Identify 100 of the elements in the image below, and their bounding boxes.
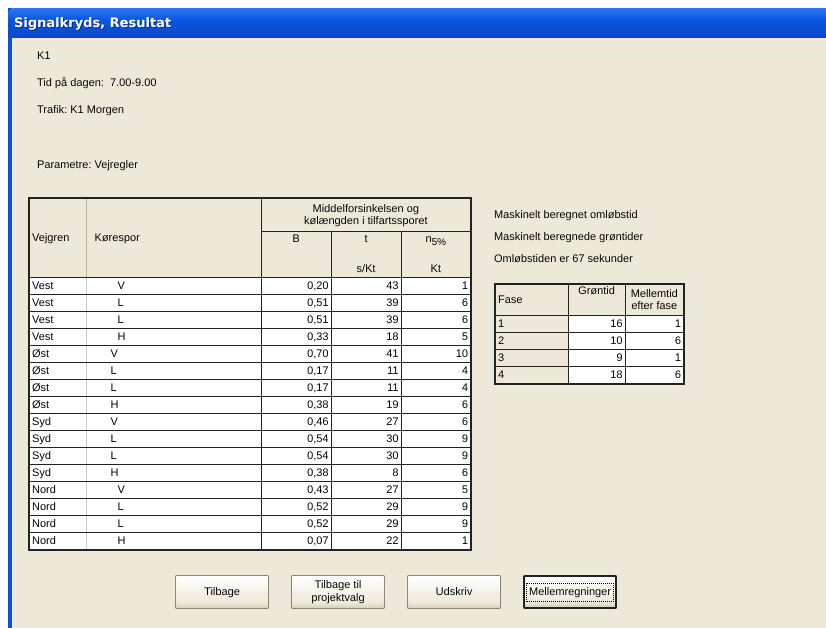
table-cell: 6 [401, 312, 471, 328]
table-cell: 1 [401, 278, 471, 294]
table-cell: 19 [331, 396, 401, 414]
table-cell: 5 [401, 328, 471, 346]
table-cell: H [86, 396, 261, 414]
table-cell: 4 [401, 362, 471, 380]
table-cell: 10 [401, 346, 471, 362]
group-header: Middelforsinkelsen og kølængden i tilfartssporet [261, 198, 471, 232]
table-cell: 6 [401, 396, 471, 414]
table-cell: 27 [331, 482, 401, 498]
table-cell: L [86, 312, 261, 328]
table-cell: 30 [331, 430, 401, 448]
table-cell: Øst [29, 362, 86, 380]
table-cell: 22 [331, 532, 401, 550]
table-cell: Syd [29, 448, 86, 464]
table-cell: Nord [29, 516, 86, 532]
table-cell: 41 [331, 346, 401, 362]
table-cell: Vest [29, 312, 86, 328]
table-cell: V [86, 278, 261, 294]
column-header: Fase [495, 284, 568, 316]
table-cell: 1 [625, 316, 684, 332]
table-cell: 9 [401, 516, 471, 532]
table-cell: 0,07 [261, 532, 331, 550]
parameters-label: Parametre: Vejregler [37, 158, 139, 173]
table-cell: H [86, 328, 261, 346]
table-cell: 11 [331, 362, 401, 380]
table-cell: 0,38 [261, 396, 331, 414]
column-header: Mellemtid efter fase [625, 284, 684, 316]
table-cell: 6 [625, 332, 684, 350]
table-cell: 43 [331, 278, 401, 294]
action-button[interactable]: Udskriv [407, 575, 501, 609]
table-cell: 39 [331, 312, 401, 328]
table-cell: Nord [29, 498, 86, 516]
table-cell: L [86, 380, 261, 396]
table-cell: 4 [401, 380, 471, 396]
table-cell: V [86, 482, 261, 498]
table-cell: 0,17 [261, 362, 331, 380]
table-cell: V [86, 346, 261, 362]
table-cell: Syd [29, 414, 86, 430]
table-cell: 0,70 [261, 346, 331, 362]
note-label: Maskinelt beregnede grøntider [494, 230, 644, 245]
table-cell: L [86, 430, 261, 448]
table-cell: 0,38 [261, 464, 331, 482]
table-cell: L [86, 294, 261, 312]
table-cell: V [86, 414, 261, 430]
table-cell: 30 [331, 448, 401, 464]
table-cell: 0,20 [261, 278, 331, 294]
table-cell: 6 [401, 414, 471, 430]
table-cell: Øst [29, 380, 86, 396]
action-button[interactable]: Tilbage til projektvalg [291, 575, 385, 609]
action-button[interactable]: Mellemregninger [523, 575, 617, 609]
table-cell: 6 [401, 294, 471, 312]
unit-label: Kt [430, 262, 441, 277]
table-cell: 0,51 [261, 294, 331, 312]
unit-label: s/Kt [356, 262, 376, 277]
table-cell: Vest [29, 294, 86, 312]
table-cell: 39 [331, 294, 401, 312]
table-cell: L [86, 362, 261, 380]
table-cell: 0,54 [261, 430, 331, 448]
table-cell: Vest [29, 328, 86, 346]
table-cell: 0,43 [261, 482, 331, 498]
action-button[interactable]: Tilbage [175, 575, 269, 609]
table-cell: 5 [401, 482, 471, 498]
note-label: Omløbstiden er 67 sekunder [494, 252, 634, 267]
table-cell: 1 [495, 316, 568, 332]
table-cell: 0,17 [261, 380, 331, 396]
table-cell: 1 [625, 350, 684, 366]
table-cell: 0,54 [261, 448, 331, 464]
table-cell: 0,52 [261, 498, 331, 516]
table-cell: 9 [401, 448, 471, 464]
window-title: Signalkryds, Resultat [14, 16, 172, 30]
table-cell: 3 [495, 350, 568, 366]
note-label: Maskinelt beregnet omløbstid [494, 208, 639, 223]
column-header: Grøntid [568, 284, 625, 316]
table-cell: 11 [331, 380, 401, 396]
table-cell: 2 [495, 332, 568, 350]
column-header: B [292, 232, 300, 247]
table-cell: 0,52 [261, 516, 331, 532]
table-cell: 9 [401, 430, 471, 448]
table-cell: L [86, 516, 261, 532]
table-cell: 0,33 [261, 328, 331, 346]
table-cell: Nord [29, 482, 86, 498]
table-cell: 1 [401, 532, 471, 550]
table-cell: Syd [29, 430, 86, 448]
table-cell: Syd [29, 464, 86, 482]
table-cell: 9 [401, 498, 471, 516]
table-cell: 0,46 [261, 414, 331, 430]
table-cell: 0,51 [261, 312, 331, 328]
table-cell: L [86, 498, 261, 516]
table-cell: 6 [625, 366, 684, 384]
table-cell: 10 [568, 332, 625, 350]
column-header: Kørespor [86, 198, 261, 278]
table-cell: Vest [29, 278, 86, 294]
table-cell: 18 [331, 328, 401, 346]
table-cell: 27 [331, 414, 401, 430]
table-cell: 6 [401, 464, 471, 482]
info-label: K1 [37, 49, 52, 64]
table-cell: L [86, 448, 261, 464]
table-cell: 9 [568, 350, 625, 366]
table-cell: 29 [331, 498, 401, 516]
